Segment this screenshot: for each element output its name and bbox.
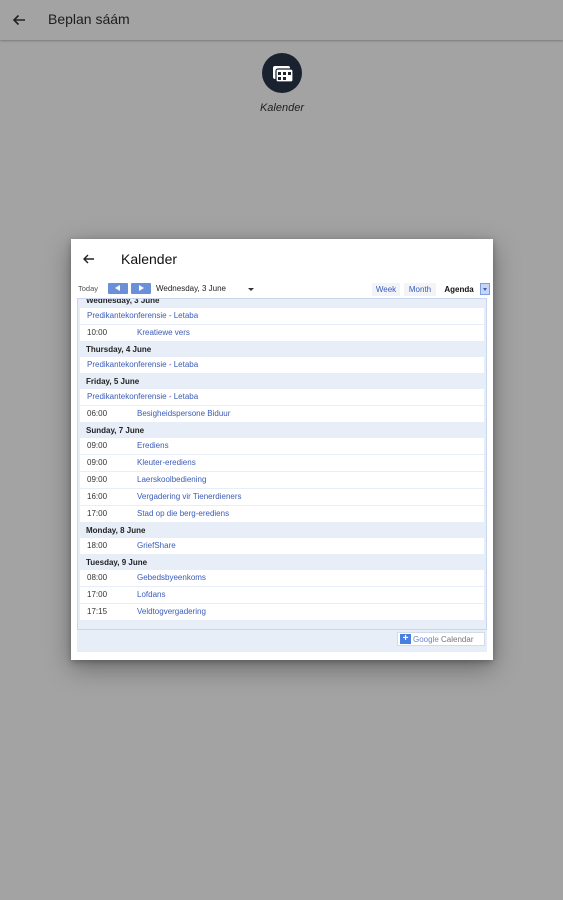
event-row[interactable]: 17:15 Veldtogvergadering	[80, 604, 484, 620]
tab-week[interactable]: Week	[372, 283, 400, 296]
event-title[interactable]: Laerskoolbediening	[137, 472, 206, 488]
day-header: Monday, 8 June	[78, 523, 486, 538]
embedded-calendar: Today Wednesday, 3 June Week Month Agend…	[77, 280, 491, 652]
event-row[interactable]: 10:00 Kreatiewe vers	[80, 325, 484, 341]
event-title[interactable]: Lofdans	[137, 587, 165, 603]
chevron-left-icon	[115, 285, 120, 291]
agenda-list: Wednesday, 3 June Predikantekonferensie -…	[77, 298, 487, 630]
today-button[interactable]: Today	[78, 284, 98, 293]
plus-icon: +	[400, 634, 411, 644]
event-row[interactable]: 09:00 Kleuter-erediens	[80, 455, 484, 471]
event-row[interactable]: 17:00 Lofdans	[80, 587, 484, 603]
event-row[interactable]: 09:00 Laerskoolbediening	[80, 472, 484, 488]
dialog-header: Kalender	[71, 239, 493, 279]
event-time: 09:00	[87, 441, 108, 450]
day-header: Thursday, 4 June	[78, 342, 486, 357]
event-time: 09:00	[87, 475, 108, 484]
day-header: Sunday, 7 June	[78, 423, 486, 438]
event-row[interactable]: Predikantekonferensie - Letaba	[80, 389, 484, 405]
event-title[interactable]: Erediens	[137, 438, 169, 454]
event-row[interactable]: 18:00 GriefShare	[80, 538, 484, 554]
next-button[interactable]	[131, 283, 151, 294]
event-title[interactable]: Gebedsbyeenkoms	[137, 570, 206, 586]
brand-calendar: Calendar	[441, 635, 474, 644]
event-time: 17:00	[87, 590, 108, 599]
google-calendar-button[interactable]: + Google Calendar	[397, 632, 485, 646]
event-title[interactable]: Vergadering vir Tienerdieners	[137, 489, 242, 505]
event-row[interactable]: Predikantekonferensie - Letaba	[80, 308, 484, 324]
tab-agenda[interactable]: Agenda	[440, 283, 478, 296]
app-title: Beplan sáám	[48, 11, 130, 27]
event-time: 17:15	[87, 607, 108, 616]
google-calendar-brand: Google Calendar	[413, 635, 474, 644]
back-arrow-icon[interactable]	[9, 10, 29, 30]
event-time: 10:00	[87, 328, 108, 337]
dialog-title: Kalender	[121, 251, 178, 267]
day-header: Tuesday, 9 June	[78, 555, 486, 570]
event-time: 06:00	[87, 409, 108, 418]
event-row[interactable]: 06:00 Besigheidspersone Biduur	[80, 406, 484, 422]
calendar-icon	[273, 66, 293, 83]
event-title[interactable]: Predikantekonferensie - Letaba	[87, 357, 198, 373]
caret-down-icon	[483, 288, 487, 291]
tab-month[interactable]: Month	[404, 283, 436, 296]
dialog-back-arrow-icon[interactable]	[81, 251, 97, 267]
event-row[interactable]: 17:00 Stad op die berg-erediens	[80, 506, 484, 522]
event-title[interactable]: Besigheidspersone Biduur	[137, 406, 230, 422]
event-time: 16:00	[87, 492, 108, 501]
event-title[interactable]: Kleuter-erediens	[137, 455, 196, 471]
event-title[interactable]: Veldtogvergadering	[137, 604, 206, 620]
calendar-shortcut-button[interactable]	[262, 53, 302, 93]
event-time: 17:00	[87, 509, 108, 518]
chevron-right-icon	[139, 285, 144, 291]
previous-button[interactable]	[108, 283, 128, 294]
calendar-dialog: Kalender Today Wednesday, 3 June Week Mo…	[71, 239, 493, 660]
event-row[interactable]: 09:00 Erediens	[80, 438, 484, 454]
event-title[interactable]: Stad op die berg-erediens	[137, 506, 229, 522]
brand-google: Google	[413, 635, 439, 644]
day-header: Friday, 5 June	[78, 374, 486, 389]
date-picker[interactable]: Wednesday, 3 June	[156, 284, 226, 293]
caret-down-icon[interactable]	[248, 288, 254, 291]
event-title[interactable]: Predikantekonferensie - Letaba	[87, 389, 198, 405]
event-title[interactable]: Kreatiewe vers	[137, 325, 190, 341]
view-dropdown-button[interactable]	[480, 283, 490, 295]
calendar-toolbar: Today Wednesday, 3 June Week Month Agend…	[77, 280, 491, 298]
event-time: 08:00	[87, 573, 108, 582]
event-row[interactable]: Predikantekonferensie - Letaba	[80, 357, 484, 373]
event-time: 18:00	[87, 541, 108, 550]
event-title[interactable]: GriefShare	[137, 538, 176, 554]
day-header: Wednesday, 3 June	[78, 299, 486, 308]
event-row[interactable]: 16:00 Vergadering vir Tienerdieners	[80, 489, 484, 505]
event-title[interactable]: Predikantekonferensie - Letaba	[87, 308, 198, 324]
event-time: 09:00	[87, 458, 108, 467]
calendar-shortcut-label: Kalender	[259, 102, 305, 114]
app-bar: Beplan sáám	[0, 0, 563, 40]
event-row[interactable]: 08:00 Gebedsbyeenkoms	[80, 570, 484, 586]
calendar-footer: + Google Calendar	[77, 630, 487, 652]
